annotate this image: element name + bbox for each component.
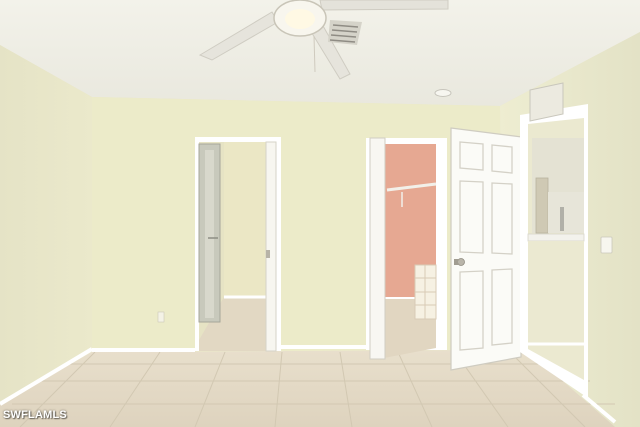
left-door-hinge-plate [266,250,270,258]
bathroom-doorway [195,137,281,352]
vanity-countertop [527,233,585,242]
wall-outlet-left [157,311,165,323]
ceiling-vent [328,20,362,45]
hallway-back-wall [224,142,266,297]
fan-blade-back [319,0,449,11]
room-photo: SWFLAMLS [0,0,640,427]
fan-light-glow [285,9,315,29]
tile-floor [0,350,615,427]
open-panel-door [450,127,523,371]
door-knob [457,258,465,266]
light-switch [600,236,613,254]
right-doorway [520,104,588,398]
room-illustration [0,0,640,427]
watermark: SWFLAMLS [3,409,67,421]
closet-door-slab [369,137,386,360]
smoke-detector [434,89,452,97]
left-door-slab [265,141,277,352]
left-wall [0,45,92,404]
vanity-cabinet [528,241,584,344]
wall-vent [529,82,564,122]
closet-doorway [366,137,447,360]
faucet [560,207,564,231]
vanity-mirror-reflection [535,177,549,234]
